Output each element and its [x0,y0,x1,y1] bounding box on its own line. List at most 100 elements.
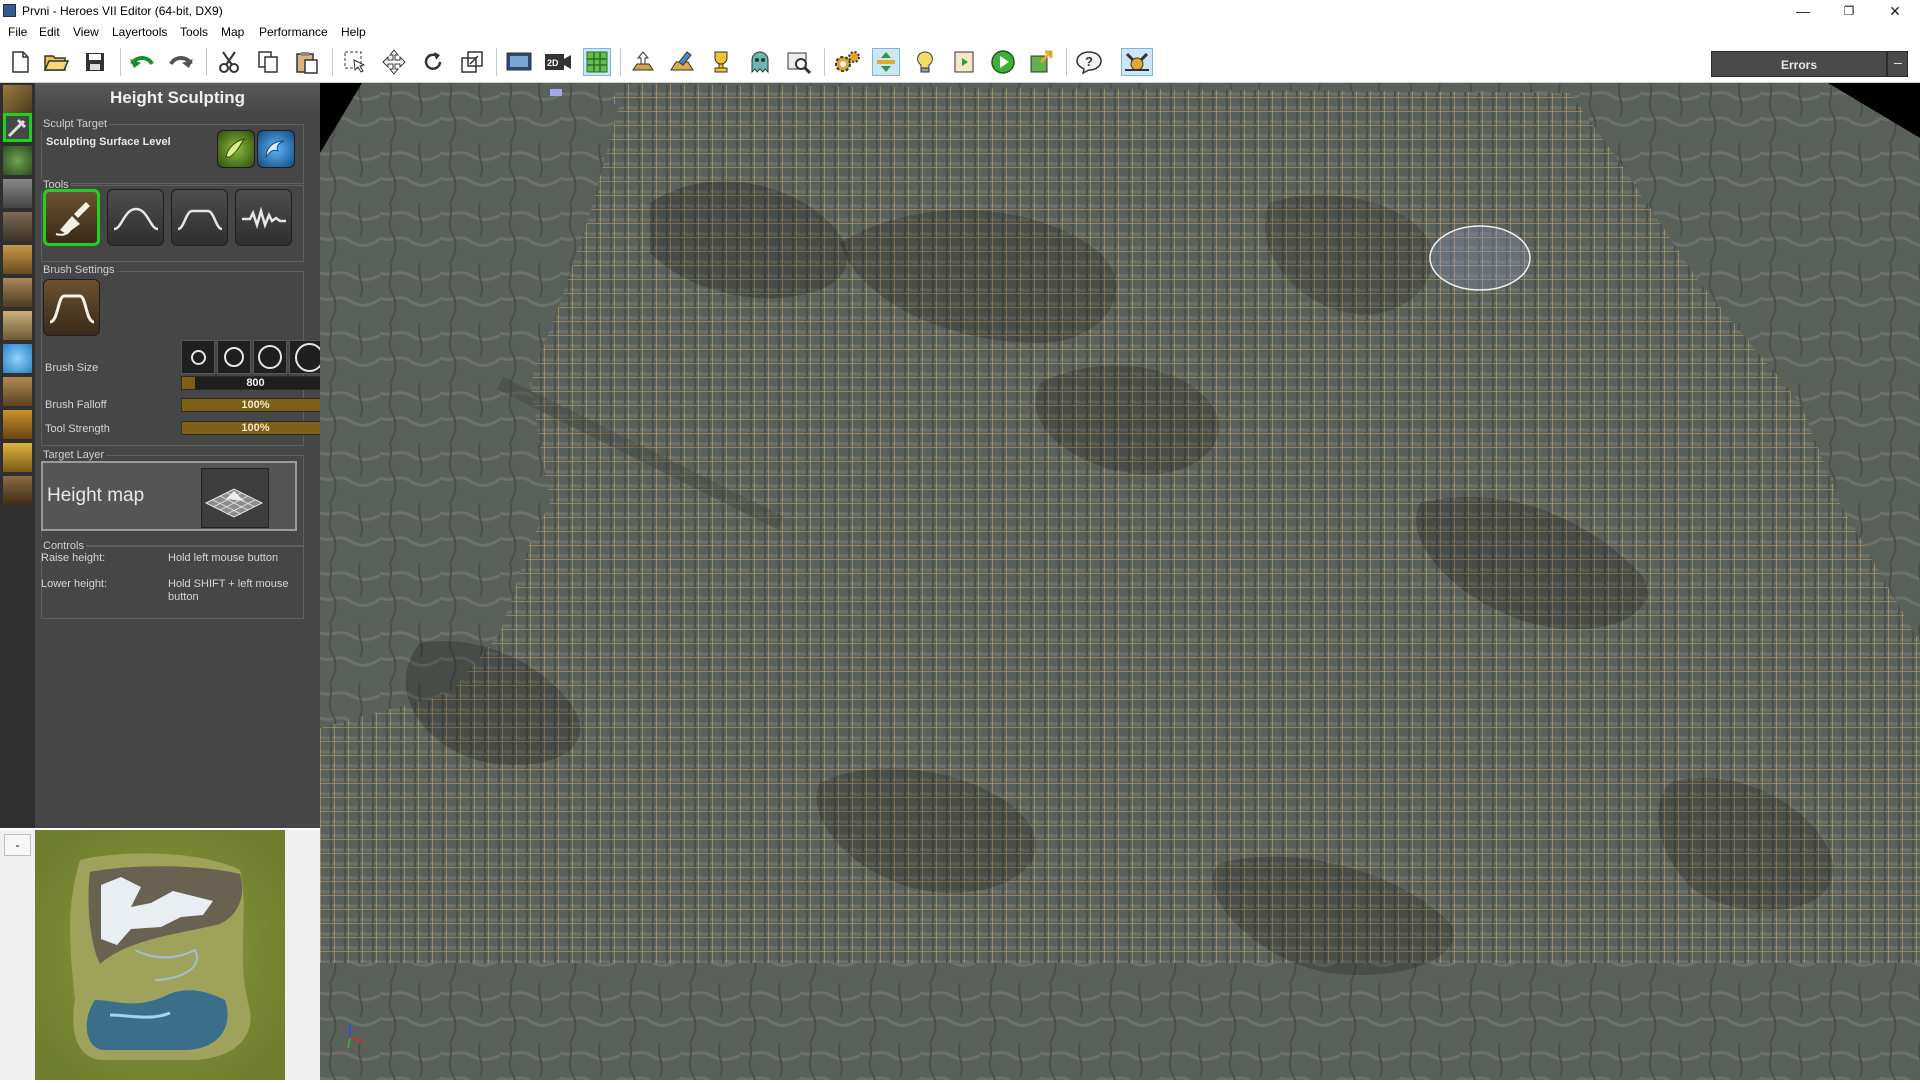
creature-mode-icon[interactable] [3,278,32,307]
tool-strength-slider[interactable]: 100% [181,421,330,435]
surface-level-icon[interactable] [217,130,255,168]
sculpt-target-value: Sculpting Surface Level [46,136,171,148]
copy-icon[interactable] [254,48,282,76]
target-layer-value: Height map [47,485,145,506]
panel-title: Height Sculpting [35,83,320,113]
decoration-mode-icon[interactable] [3,476,32,505]
app-icon [3,4,16,17]
control-lower-action: Lower height: [41,578,108,590]
brush-size-slider-fill [182,377,195,389]
menu-performance[interactable]: Performance [259,25,328,39]
new-file-icon[interactable] [6,48,34,76]
brush-falloff-slider[interactable]: 100% [181,398,330,412]
select-icon[interactable] [341,48,369,76]
chest-mode-icon[interactable] [3,377,32,406]
resource-mode-icon[interactable] [3,344,32,373]
terrain-mode-icon[interactable] [3,85,32,114]
shrine-mode-icon[interactable] [3,410,32,439]
rotate-icon[interactable] [419,48,447,76]
terrain-render [320,83,1920,1080]
waypoint-marker[interactable] [550,89,562,96]
minimize-button[interactable]: — [1780,0,1826,22]
target-layer-selector[interactable]: Height map [41,461,297,531]
hero-mode-icon[interactable] [3,245,32,274]
menu-edit[interactable]: Edit [39,25,60,39]
height-sculpt-mode-icon[interactable] [3,113,32,142]
target-layer-label: Target Layer [41,449,107,461]
terrain-paint-icon[interactable] [668,48,696,76]
redo-icon[interactable] [167,48,195,76]
building-mode-icon[interactable] [3,212,32,241]
foliage-mode-icon[interactable] [3,146,32,175]
screenshot-icon[interactable] [505,48,533,76]
errors-dropdown[interactable]: Errors [1711,51,1887,77]
trophy-icon[interactable] [707,48,735,76]
brush-size-value: 800 [246,377,265,389]
menu-bar: File Edit View Layertools Tools Map Perf… [0,22,1920,42]
script-icon[interactable] [950,48,978,76]
gizmo-icon[interactable] [872,48,900,76]
2d-view-icon[interactable]: 2D [544,48,572,76]
undo-icon[interactable] [128,48,156,76]
minimap-sidebar: - [0,830,35,1080]
magnifier-icon[interactable] [785,48,813,76]
brush-size-label: Brush Size [45,362,99,374]
scale-icon[interactable] [458,48,486,76]
menu-file[interactable]: File [8,25,27,39]
control-lower-binding: Hold SHIFT + left mouse button [168,578,289,603]
menu-layertools[interactable]: Layertools [112,25,167,39]
brush-size-medium-button[interactable] [217,340,251,374]
move-icon[interactable] [380,48,408,76]
height-map-icon [201,468,269,528]
debug-icon[interactable] [1121,48,1153,76]
menu-help[interactable]: Help [341,25,366,39]
brush-size-small-button[interactable] [181,340,215,374]
close-button[interactable]: ✕ [1872,0,1918,22]
water-level-icon[interactable] [257,130,295,168]
3d-viewport[interactable] [320,83,1920,1080]
height-sculpting-panel: Height Sculpting Sculpt Target Sculpting… [35,83,330,828]
window-title: Prvni - Heroes VII Editor (64-bit, DX9) [22,4,223,18]
artifact-mode-icon[interactable] [3,311,32,340]
noise-tool[interactable] [235,189,292,246]
toolbar: 2D ? [0,42,1920,83]
svg-text:?: ? [1085,54,1093,69]
title-bar: Prvni - Heroes VII Editor (64-bit, DX9) … [0,0,1920,22]
svg-text:2D: 2D [547,58,559,68]
lightbulb-icon[interactable] [911,48,939,76]
brush-settings-label: Brush Settings [41,264,117,276]
paste-icon[interactable] [293,48,321,76]
minimap[interactable] [35,830,285,1080]
terrain-up-icon[interactable] [629,48,657,76]
ghost-icon[interactable] [746,48,774,76]
menu-tools[interactable]: Tools [180,25,208,39]
banner-mode-icon[interactable] [3,443,32,472]
open-folder-icon[interactable] [42,48,70,76]
smooth-tool[interactable] [107,189,164,246]
cut-icon[interactable] [215,48,243,76]
controls-label: Controls [41,540,86,552]
restore-button[interactable]: ❐ [1826,0,1872,22]
settings-gears-icon[interactable] [833,48,861,76]
errors-dropdown-toggle[interactable] [1887,51,1908,77]
export-icon[interactable] [1028,48,1056,76]
sculpt-target-label: Sculpt Target [41,118,110,130]
brush-size-large-button[interactable] [253,340,287,374]
grid-toggle-icon[interactable] [583,48,611,76]
play-icon[interactable] [989,48,1017,76]
minimap-margin [285,830,320,1080]
brush-falloff-label: Brush Falloff [45,399,107,411]
menu-view[interactable]: View [73,25,99,39]
tool-strength-label: Tool Strength [45,423,110,435]
menu-map[interactable]: Map [221,25,244,39]
brush-size-slider[interactable]: 800 [181,376,330,390]
minimap-collapse-button[interactable]: - [4,834,31,856]
help-icon[interactable]: ? [1075,48,1103,76]
control-raise-binding: Hold left mouse button [168,552,279,564]
plateau-tool[interactable] [171,189,228,246]
mode-icon-strip [0,83,36,828]
town-mode-icon[interactable] [3,179,32,208]
brush-shape-icon[interactable] [43,279,100,336]
save-icon[interactable] [81,48,109,76]
sculpt-brush-tool[interactable] [43,189,100,246]
